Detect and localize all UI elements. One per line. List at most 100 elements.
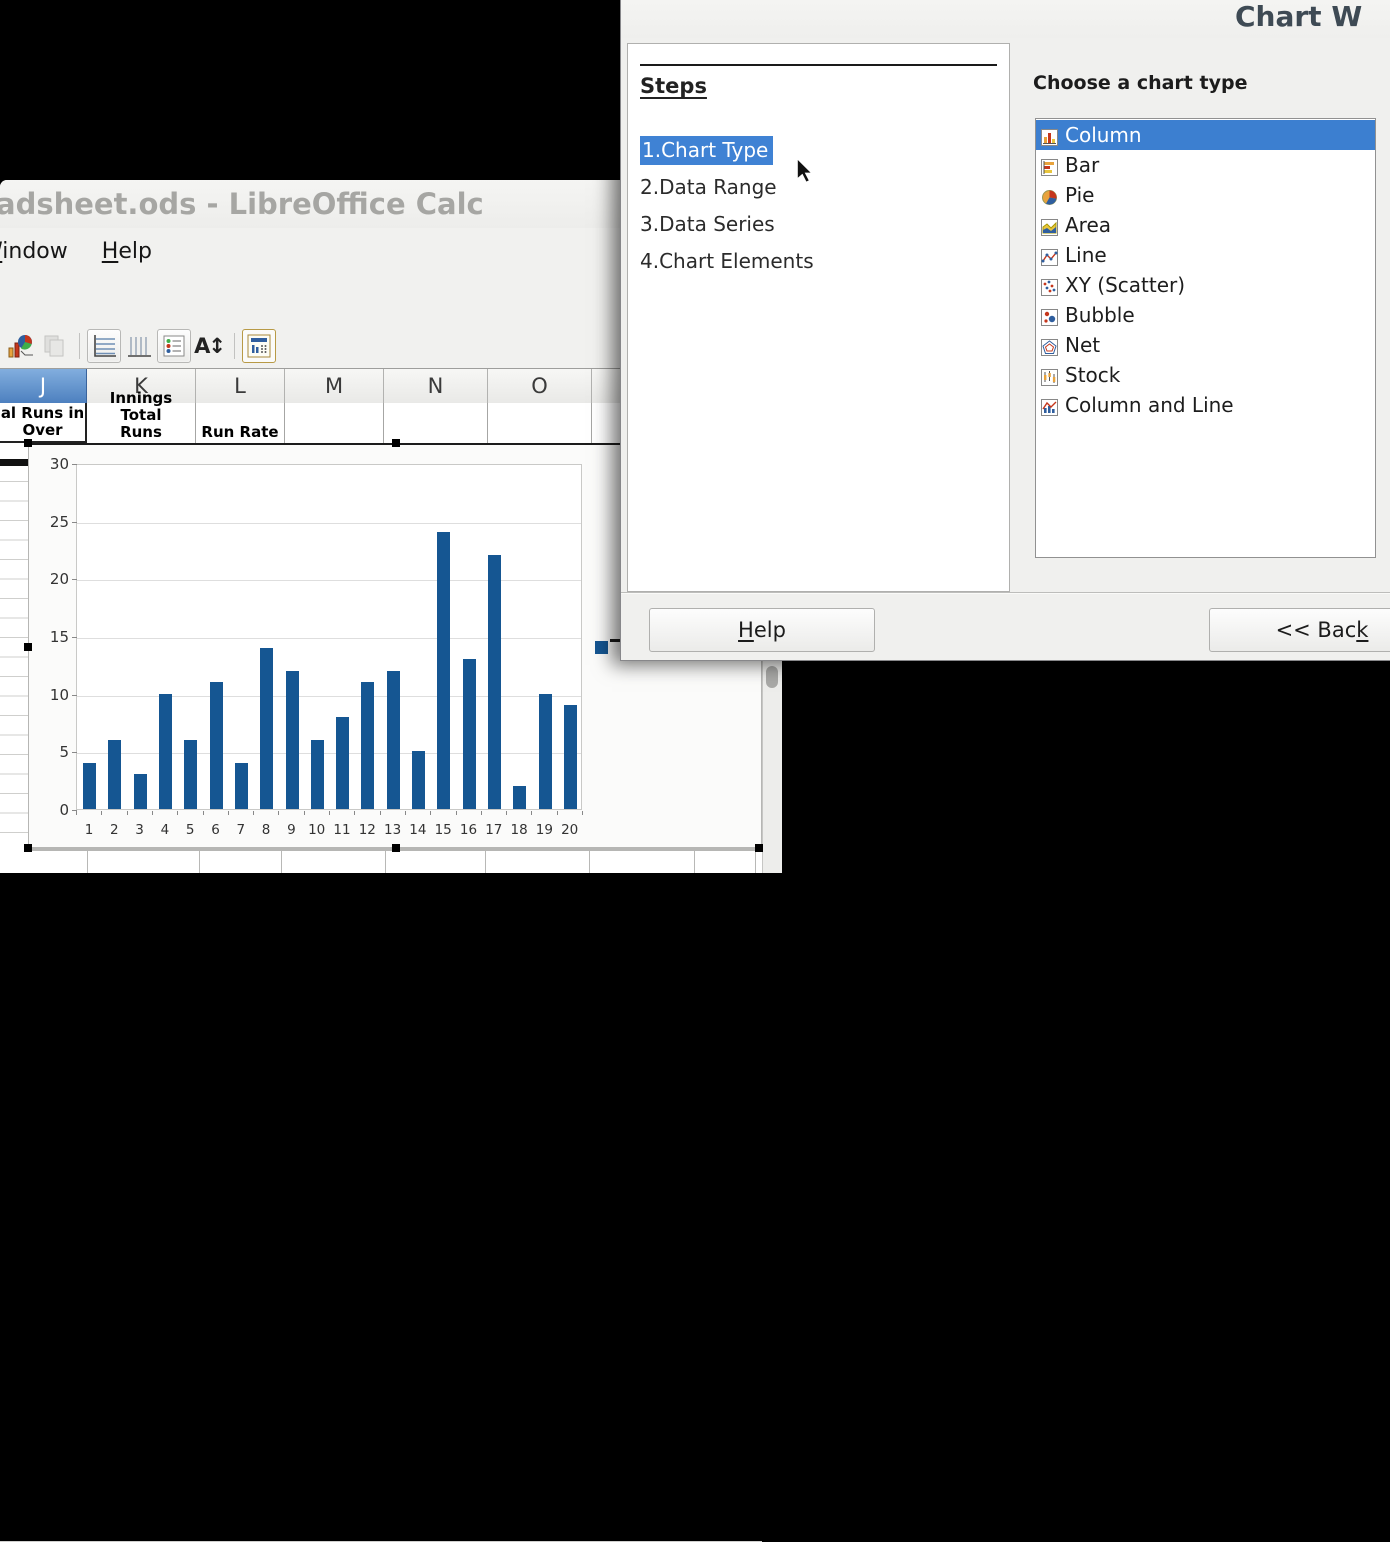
bar bbox=[286, 671, 299, 809]
chart-type-label: Bar bbox=[1065, 153, 1099, 177]
selection-handle[interactable] bbox=[392, 439, 400, 447]
cell-J[interactable]: al Runs inOver bbox=[0, 403, 87, 443]
selection-handle[interactable] bbox=[392, 844, 400, 852]
cell-empty[interactable] bbox=[488, 403, 592, 443]
x-tick-mark bbox=[228, 811, 229, 815]
x-tick-mark bbox=[329, 811, 330, 815]
chart-type-column[interactable]: Column bbox=[1036, 120, 1375, 150]
x-tick-mark bbox=[405, 811, 406, 815]
x-tick-label: 19 bbox=[531, 822, 557, 838]
selection-handle[interactable] bbox=[24, 643, 32, 651]
cell-L[interactable]: Run Rate bbox=[196, 403, 285, 443]
data-table-icon[interactable] bbox=[242, 329, 276, 363]
x-tick-mark bbox=[557, 811, 558, 815]
bar bbox=[108, 740, 121, 809]
wizard-step-2[interactable]: 2.Data Range bbox=[640, 175, 777, 199]
x-tick-mark bbox=[380, 811, 381, 815]
wizard-step-1[interactable]: 1.Chart Type bbox=[640, 138, 773, 162]
legend-color-key bbox=[595, 641, 608, 654]
sheet-gridline bbox=[87, 851, 88, 873]
bar bbox=[412, 751, 425, 809]
line-chart-icon bbox=[1041, 247, 1058, 264]
chart-type-label: Column and Line bbox=[1065, 393, 1234, 417]
cell-range-border bbox=[0, 459, 28, 466]
horizontal-grids-icon[interactable] bbox=[87, 329, 121, 363]
bar bbox=[184, 740, 197, 809]
chart-gridline bbox=[77, 753, 581, 754]
pie-chart-icon bbox=[1041, 187, 1058, 204]
copy-icon[interactable] bbox=[38, 330, 70, 362]
x-tick-label: 2 bbox=[101, 822, 127, 838]
y-tick-mark bbox=[72, 695, 77, 696]
chart-type-label: Pie bbox=[1065, 183, 1094, 207]
chart-type-column-and-line[interactable]: Column and Line bbox=[1036, 390, 1375, 420]
chart-gridline bbox=[77, 638, 581, 639]
legend-on-off-icon[interactable] bbox=[157, 329, 191, 363]
wizard-titlebar[interactable]: Chart W bbox=[621, 0, 1390, 38]
x-tick-label: 20 bbox=[557, 822, 583, 838]
toolbar-separator bbox=[234, 333, 235, 359]
y-tick-mark bbox=[72, 752, 77, 753]
x-tick-label: 16 bbox=[456, 822, 482, 838]
column-header-O[interactable]: O bbox=[488, 369, 592, 403]
column-header-L[interactable]: L bbox=[196, 369, 285, 403]
vertical-grids-icon[interactable] bbox=[123, 330, 155, 362]
chart-type-listbox[interactable]: Column Bar Pie Area Line XY (Scatter)BubbleNe… bbox=[1035, 118, 1376, 558]
cell-empty[interactable] bbox=[285, 403, 384, 443]
stock-chart-icon bbox=[1041, 367, 1058, 384]
x-tick-label: 7 bbox=[228, 822, 254, 838]
x-tick-mark bbox=[481, 811, 482, 815]
x-tick-label: 13 bbox=[380, 822, 406, 838]
chart-type-pie[interactable]: Pie bbox=[1036, 180, 1375, 210]
chart-type-area[interactable]: Area bbox=[1036, 210, 1375, 240]
column-header-M[interactable]: M bbox=[285, 369, 384, 403]
x-tick-mark bbox=[582, 811, 583, 815]
x-tick-mark bbox=[101, 811, 102, 815]
wizard-step-3[interactable]: 3.Data Series bbox=[640, 212, 775, 236]
chart-type-label: Line bbox=[1065, 243, 1107, 267]
chart-plot-area bbox=[76, 464, 582, 810]
selection-handle[interactable] bbox=[24, 844, 32, 852]
x-tick-mark bbox=[127, 811, 128, 815]
selection-handle[interactable] bbox=[24, 439, 32, 447]
bar bbox=[159, 694, 172, 809]
steps-heading: Steps bbox=[640, 74, 707, 98]
chart-type-stock[interactable]: Stock bbox=[1036, 360, 1375, 390]
scrollbar-thumb[interactable] bbox=[766, 666, 778, 688]
column-header-N[interactable]: N bbox=[384, 369, 488, 403]
wizard-step-4[interactable]: 4.Chart Elements bbox=[640, 249, 814, 273]
cell-empty[interactable] bbox=[384, 403, 488, 443]
bar bbox=[83, 763, 96, 809]
column-header-J[interactable]: J bbox=[0, 369, 87, 403]
chart-formatting-toolbar: A↕ bbox=[0, 326, 624, 366]
cell-K[interactable]: Innings TotalRuns bbox=[87, 403, 196, 443]
x-tick-label: 17 bbox=[481, 822, 507, 838]
chart-type-bar[interactable]: Bar bbox=[1036, 150, 1375, 180]
chart-type-xy-scatter-[interactable]: XY (Scatter) bbox=[1036, 270, 1375, 300]
chart-type-icon[interactable] bbox=[4, 330, 36, 362]
x-tick-mark bbox=[76, 811, 77, 815]
chart-type-bubble[interactable]: Bubble bbox=[1036, 300, 1375, 330]
mouse-cursor bbox=[795, 157, 819, 185]
choose-chart-type-label: Choose a chart type bbox=[1033, 72, 1247, 94]
y-tick-label: 25 bbox=[35, 513, 69, 531]
menu-item-window[interactable]: Window bbox=[0, 239, 68, 264]
bar bbox=[311, 740, 324, 809]
sheet-gridline bbox=[199, 851, 200, 873]
x-tick-label: 14 bbox=[405, 822, 431, 838]
sheet-gridline bbox=[385, 851, 386, 873]
x-tick-mark bbox=[456, 811, 457, 815]
back-button[interactable]: << Back bbox=[1209, 608, 1390, 652]
menu-item-help[interactable]: Help bbox=[102, 239, 152, 264]
chart-type-net[interactable]: Net bbox=[1036, 330, 1375, 360]
bar bbox=[488, 555, 501, 809]
bar bbox=[564, 705, 577, 809]
selection-handle[interactable] bbox=[755, 844, 763, 852]
column-line-chart-icon bbox=[1041, 397, 1058, 414]
y-tick-label: 30 bbox=[35, 455, 69, 473]
scale-text-icon[interactable]: A↕ bbox=[193, 330, 225, 362]
x-tick-label: 11 bbox=[329, 822, 355, 838]
y-tick-label: 20 bbox=[35, 570, 69, 588]
chart-type-line[interactable]: Line bbox=[1036, 240, 1375, 270]
help-button[interactable]: Help bbox=[649, 608, 875, 652]
